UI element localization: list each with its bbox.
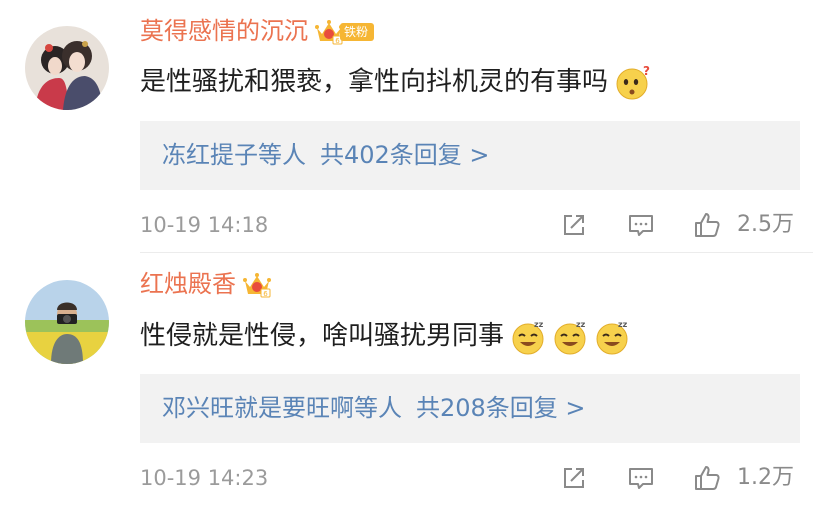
like-icon[interactable] (693, 211, 721, 239)
sleepy-smile-emoji: zz (552, 319, 588, 355)
thinking-emoji: ? (614, 65, 650, 101)
comment-text-content: 性侵就是性侵，啥叫骚扰男同事 (140, 321, 505, 351)
comment-text-content: 是性骚扰和猥亵，拿性向抖机灵的有事吗 (140, 67, 609, 97)
svg-text:zz: zz (534, 320, 544, 329)
svg-text:?: ? (643, 65, 650, 78)
comment-item: 莫得感情的沉沉 6 铁粉 是性骚扰和猥亵，拿性向抖机灵的有事吗 ? 冻红提子等人… (0, 0, 813, 252)
user-badges: 6 铁粉 (314, 19, 375, 45)
reply-count[interactable]: 共402条回复 > (320, 141, 490, 169)
sleepy-smile-emoji: zz (510, 319, 546, 355)
reply-names[interactable]: 邓兴旺就是要旺啊等人 (162, 394, 402, 422)
reply-count[interactable]: 共208条回复 > (416, 394, 586, 422)
timestamp: 10-19 14:18 (140, 213, 269, 237)
svg-text:zz: zz (576, 320, 586, 329)
comment-text: 是性骚扰和猥亵，拿性向抖机灵的有事吗 ? (140, 64, 650, 101)
like-count: 2.5万 (737, 212, 794, 237)
username[interactable]: 红烛殿香 6 (140, 269, 272, 299)
avatar[interactable] (25, 26, 109, 110)
comment-item: 红烛殿香 6 性侵就是性侵，啥叫骚扰男同事 zz zz zz 邓兴旺就是要旺啊等… (0, 253, 813, 505)
avatar[interactable] (25, 280, 109, 364)
replies-link[interactable]: 冻红提子等人 共402条回复 > (140, 121, 800, 190)
replies-link[interactable]: 邓兴旺就是要旺啊等人 共208条回复 > (140, 374, 800, 443)
username-text[interactable]: 红烛殿香 (140, 270, 236, 298)
share-icon[interactable] (560, 211, 588, 239)
username[interactable]: 莫得感情的沉沉 6 铁粉 (140, 16, 375, 46)
svg-text:zz: zz (618, 320, 628, 329)
svg-text:6: 6 (263, 290, 268, 298)
timestamp: 10-19 14:23 (140, 466, 269, 490)
share-icon[interactable] (560, 464, 588, 492)
reply-names[interactable]: 冻红提子等人 (162, 141, 306, 169)
comment-text: 性侵就是性侵，啥叫骚扰男同事 zz zz zz (140, 318, 630, 355)
user-badges: 6 (242, 272, 272, 298)
like-count: 1.2万 (737, 465, 794, 490)
comment-icon[interactable] (627, 464, 655, 492)
comment-icon[interactable] (627, 211, 655, 239)
comment-footer: 10-19 14:23 1.2万 (140, 463, 800, 493)
fan-badge: 铁粉 (340, 23, 375, 41)
username-text[interactable]: 莫得感情的沉沉 (140, 17, 308, 45)
crown-icon: 6 (242, 272, 272, 298)
avatar-image (25, 280, 109, 364)
avatar-image (25, 26, 109, 110)
sleepy-smile-emoji: zz (594, 319, 630, 355)
comment-footer: 10-19 14:18 2.5万 (140, 210, 800, 240)
like-icon[interactable] (693, 464, 721, 492)
